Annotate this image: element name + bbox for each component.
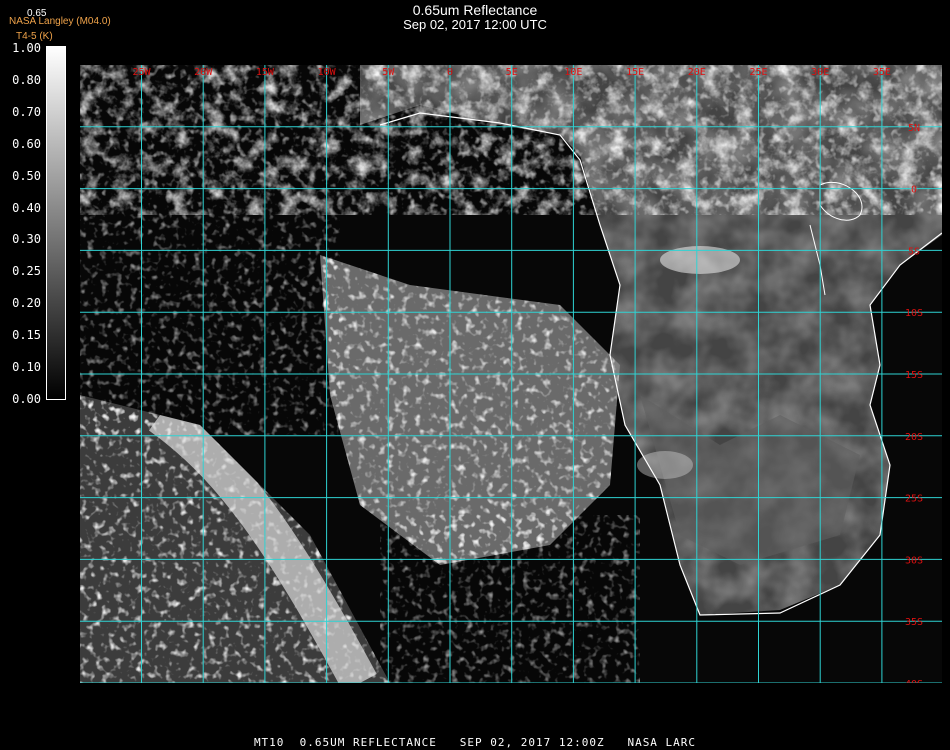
longitude-label: 5W: [382, 67, 395, 78]
colorbar-tick: 0.70: [12, 104, 41, 119]
latitude-label: 5S: [908, 246, 920, 257]
latitude-label: 15S: [905, 370, 923, 381]
latitude-label: 25S: [905, 494, 923, 505]
longitude-label: 15E: [626, 67, 644, 78]
colorbar-tick: 0.80: [12, 72, 41, 87]
map-subtitle-datetime: Sep 02, 2017 12:00 UTC: [403, 17, 547, 32]
latitude-label: 0: [911, 185, 917, 196]
longitude-label: 25W: [132, 67, 151, 78]
latitude-label: 35S: [905, 617, 923, 628]
source-label: NASA Langley (M04.0): [9, 16, 111, 27]
colorbar-tick: 0.25: [12, 264, 41, 279]
longitude-label: 25E: [749, 67, 767, 78]
colorbar-tick: 0.60: [12, 136, 41, 151]
satellite-map: 25W 20W 15W 10W 5W 0 5E 10E 15E 20E 25E 30E 35E 5N 0 5…: [80, 65, 942, 683]
colorbar-tick: 0.20: [12, 296, 41, 311]
latitude-label: 40S: [905, 679, 923, 683]
colorbar-tick: 1.00: [12, 41, 41, 55]
latitude-label: 20S: [905, 432, 923, 443]
latitude-label: 30S: [905, 555, 923, 566]
longitude-label: 30E: [811, 67, 829, 78]
colorbar-tick: 0.10: [12, 360, 41, 374]
colorbar-tick: 0.15: [12, 328, 41, 343]
colorbar-tick: 0.00: [12, 391, 41, 406]
longitude-label: 20W: [194, 67, 213, 78]
map-canvas: 25W 20W 15W 10W 5W 0 5E 10E 15E 20E 25E 30E 35E 5N 0 5…: [80, 65, 942, 683]
longitude-label: 20E: [688, 67, 706, 78]
tropical-cloud-band: [80, 65, 942, 215]
colorbar-tick: 0.40: [12, 200, 41, 215]
colorbar-tick: 0.50: [12, 168, 41, 183]
longitude-label: 10W: [318, 67, 337, 78]
map-title: 0.65um Reflectance: [412, 2, 538, 18]
latitude-label: 5N: [908, 123, 920, 134]
latitude-label: 10S: [905, 308, 923, 319]
longitude-label: 35E: [873, 67, 891, 78]
longitude-label: 0: [447, 67, 453, 78]
longitude-label: 10E: [564, 67, 582, 78]
colorbar-tick: 0.30: [12, 232, 41, 247]
colorbar: [46, 46, 66, 400]
footer-caption: MT10 0.65UM REFLECTANCE SEP 02, 2017 12:…: [253, 736, 697, 749]
longitude-label: 15W: [256, 67, 275, 78]
longitude-label: 5E: [506, 67, 518, 78]
